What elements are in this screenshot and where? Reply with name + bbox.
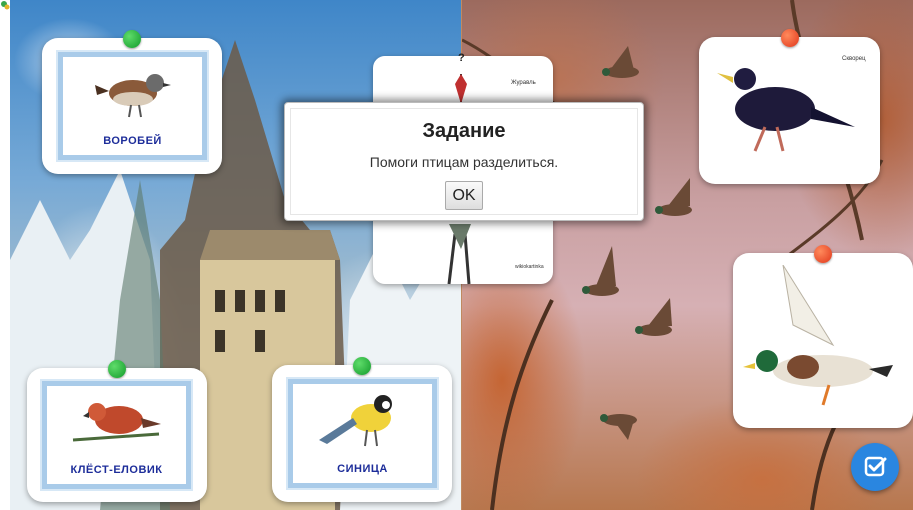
card-frame: СИНИЦА [286, 377, 439, 490]
mallard-image [743, 265, 893, 406]
pin-green [123, 30, 141, 48]
sparrow-image [94, 74, 171, 118]
bird-card-mallard[interactable] [733, 245, 913, 428]
bird-card-crossbill[interactable]: КЛЁСТ-ЕЛОВИК [27, 360, 207, 502]
bird-card-sparrow[interactable]: ВОРОБЕЙ [42, 30, 222, 174]
starling-image [717, 68, 855, 152]
pin-green [108, 360, 126, 378]
pin-green [353, 357, 371, 375]
card-label: ВОРОБЕЙ [103, 135, 162, 147]
bird-card-tit[interactable]: СИНИЦА [272, 357, 452, 502]
ok-button[interactable]: OK [445, 181, 483, 210]
pin-red [780, 29, 799, 47]
help-icon[interactable]: ? [458, 52, 465, 64]
card-frame: КЛЁСТ-ЕЛОВИК [40, 379, 193, 491]
check-button[interactable] [851, 443, 899, 491]
pin-red [814, 245, 832, 263]
crane-footer: wikiokartinka [515, 264, 544, 270]
dialog-message: Помоги птицам разделиться. [369, 154, 559, 170]
card-label: КЛЁСТ-ЕЛОВИК [70, 464, 163, 476]
crane-caption: Журавль [511, 80, 536, 86]
check-icon [864, 456, 887, 477]
crossbill-image [72, 403, 161, 442]
dialog-title: Задание [422, 120, 506, 142]
bird-card-starling[interactable]: Скворец [699, 29, 880, 184]
card-frame: ВОРОБЕЙ [56, 50, 209, 162]
card-label: СИНИЦА [337, 463, 388, 475]
tit-image [318, 395, 392, 447]
